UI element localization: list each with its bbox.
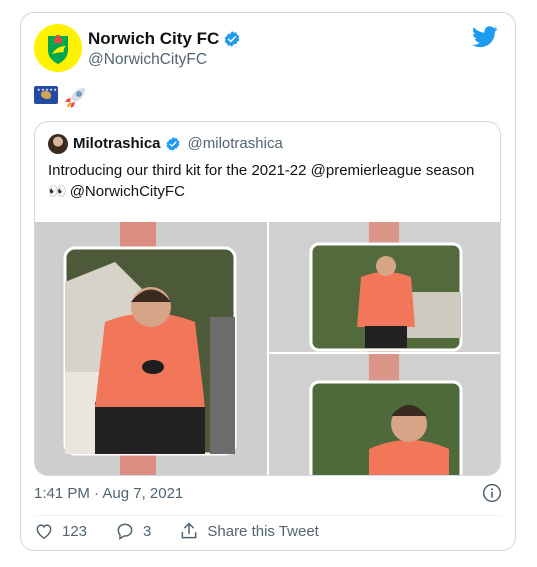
tweet-actions: 123 3 Share this Tweet <box>34 521 347 541</box>
norwich-crest-icon <box>34 24 82 72</box>
share-label[interactable]: Share this Tweet <box>207 523 318 540</box>
author-name-text[interactable]: Norwich City FC <box>88 29 219 49</box>
verified-badge-icon <box>225 31 240 47</box>
verified-badge-icon <box>166 136 179 151</box>
embedded-tweet-card: Norwich City FC @NorwichCityFC ★★★★★★ Mi… <box>20 12 516 551</box>
info-icon[interactable] <box>482 483 502 503</box>
heart-icon <box>36 524 52 539</box>
divider <box>34 515 502 516</box>
reply-icon <box>117 523 133 540</box>
avatar[interactable] <box>34 24 82 72</box>
tweet-timestamp[interactable]: 1:41 PM · Aug 7, 2021 <box>34 485 183 502</box>
reply-count: 3 <box>143 522 152 540</box>
quoted-text: Introducing our third kit for the 2021-2… <box>48 160 493 202</box>
tweet-text: ★★★★★★ <box>34 86 88 110</box>
photo-player-portrait-forest[interactable] <box>269 354 500 475</box>
photo-player-standing-car[interactable] <box>269 222 500 352</box>
like-count: 123 <box>62 522 88 540</box>
quoted-author[interactable]: Milotrashica @milotrashica <box>73 135 283 152</box>
quoted-tweet[interactable]: Milotrashica @milotrashica Introducing o… <box>34 121 501 476</box>
media-grid <box>35 222 500 475</box>
quoted-text-line1: Introducing our third kit for the 2021-2… <box>48 162 475 179</box>
twitter-bird-icon[interactable] <box>472 26 498 48</box>
author-name[interactable]: Norwich City FC <box>88 29 241 49</box>
eyes-emoji: 👀 <box>48 183 67 200</box>
share-button[interactable]: Share this Tweet <box>179 521 319 541</box>
quoted-author-handle[interactable]: @milotrashica <box>188 135 283 152</box>
share-icon <box>181 522 197 539</box>
quoted-avatar[interactable] <box>48 134 68 154</box>
rocket-icon <box>65 88 85 108</box>
photo-player-seated-in-car[interactable] <box>35 222 267 475</box>
reply-button[interactable]: 3 <box>115 521 151 541</box>
quoted-mention[interactable]: @NorwichCityFC <box>70 183 185 200</box>
quoted-author-name[interactable]: Milotrashica <box>73 135 161 152</box>
author-handle[interactable]: @NorwichCityFC <box>88 51 207 69</box>
like-button[interactable]: 123 <box>34 521 87 541</box>
kosovo-flag-icon: ★★★★★★ <box>34 86 61 104</box>
